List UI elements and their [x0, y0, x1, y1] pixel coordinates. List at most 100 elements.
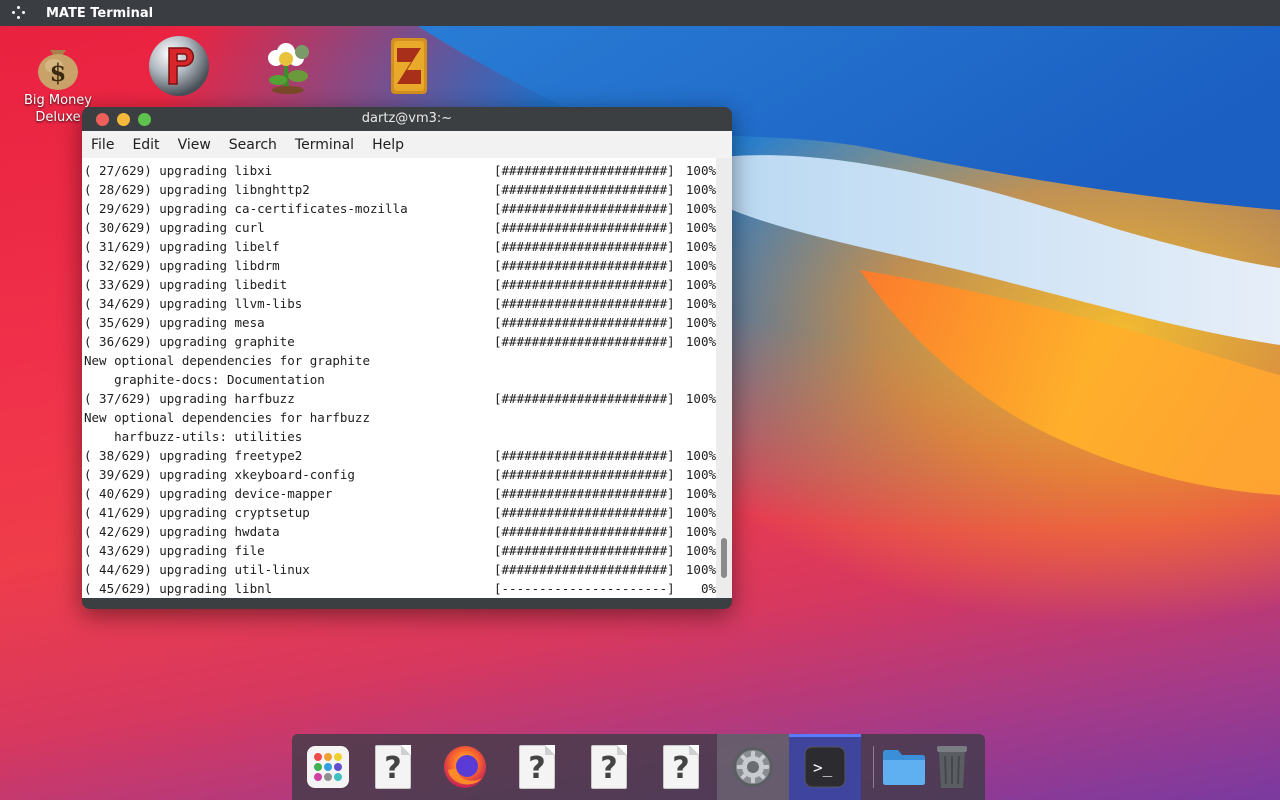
window-titlebar[interactable]: dartz@vm3:~: [82, 107, 732, 131]
folder-icon: [883, 750, 925, 785]
dock-app-grid[interactable]: [292, 734, 364, 800]
terminal-progress-percent: 100%: [685, 182, 716, 197]
svg-text:>_: >_: [813, 758, 833, 777]
dock-unknown-file-3[interactable]: ?: [573, 734, 645, 800]
terminal-line: ( 31/629) upgrading libelf [#############…: [82, 237, 716, 256]
menu-search[interactable]: Search: [220, 137, 286, 153]
dock-firefox[interactable]: [429, 734, 501, 800]
trash-icon: [937, 746, 967, 788]
terminal-progress-bar: [######################]: [494, 239, 675, 254]
terminal-line: ( 43/629) upgrading file [###############…: [82, 541, 716, 560]
terminal-progress-percent: 100%: [685, 467, 716, 482]
terminal-progress-bar: [######################]: [494, 505, 675, 520]
terminal-progress-percent: 100%: [685, 277, 716, 292]
close-button[interactable]: [96, 112, 109, 126]
terminal-line: ( 36/629) upgrading graphite [###########…: [82, 332, 716, 351]
desktop-icon-plants-vs-zombies[interactable]: [236, 32, 332, 94]
terminal-line: ( 40/629) upgrading device-mapper [######…: [82, 484, 716, 503]
terminal-progress-bar: [######################]: [494, 277, 675, 292]
terminal-output[interactable]: ( 27/629) upgrading libxi [##############…: [82, 158, 732, 598]
terminal-line-text: ( 39/629) upgrading xkeyboard-config: [84, 467, 355, 482]
terminal-line-text: ( 31/629) upgrading libelf: [84, 239, 280, 254]
terminal-progress-percent: 100%: [685, 505, 716, 520]
dock-settings[interactable]: [717, 734, 789, 800]
dock-unknown-file-1[interactable]: ?: [357, 734, 429, 800]
dock-trash[interactable]: [922, 734, 982, 800]
terminal-line-text: ( 42/629) upgrading hwdata: [84, 524, 280, 539]
terminal-progress-percent: 100%: [685, 543, 716, 558]
terminal-progress-bar: [######################]: [494, 334, 675, 349]
terminal-progress-percent: 100%: [685, 524, 716, 539]
dock-unknown-file-2[interactable]: ?: [501, 734, 573, 800]
terminal-progress-bar: [######################]: [494, 296, 675, 311]
terminal-line: harfbuzz-utils: utilities: [82, 427, 716, 446]
terminal-progress-percent: 100%: [685, 334, 716, 349]
terminal-line: graphite-docs: Documentation: [82, 370, 716, 389]
terminal-progress-percent: 100%: [685, 562, 716, 577]
active-app-title[interactable]: MATE Terminal: [46, 6, 153, 21]
app-grid-icon: [307, 746, 349, 788]
terminal-progress-bar: [######################]: [494, 220, 675, 235]
terminal-progress-percent: 100%: [685, 315, 716, 330]
settings-gear-icon: [733, 747, 773, 787]
vertical-scrollbar[interactable]: [716, 158, 732, 598]
menu-view[interactable]: View: [169, 137, 220, 153]
terminal-progress-bar: [######################]: [494, 315, 675, 330]
terminal-line: ( 30/629) upgrading curl [###############…: [82, 218, 716, 237]
terminal-line: ( 38/629) upgrading freetype2 [##########…: [82, 446, 716, 465]
terminal-line: ( 32/629) upgrading libdrm [#############…: [82, 256, 716, 275]
terminal-line-text: New optional dependencies for harfbuzz: [84, 410, 370, 425]
terminal-progress-percent: 0%: [700, 581, 716, 596]
terminal-progress-bar: [######################]: [494, 448, 675, 463]
window-bottom-frame: [82, 598, 732, 609]
plants-vs-zombies-icon: [256, 32, 312, 94]
menu-terminal[interactable]: Terminal: [286, 137, 363, 153]
terminal-progress-bar: [######################]: [494, 524, 675, 539]
terminal-line: New optional dependencies for graphite: [82, 351, 716, 370]
maximize-button[interactable]: [138, 112, 151, 126]
terminal-progress-percent: 100%: [685, 201, 716, 216]
dock-unknown-file-4[interactable]: ?: [645, 734, 717, 800]
unknown-file-icon: ?: [519, 745, 555, 789]
terminal-progress-bar: [----------------------]: [494, 581, 675, 596]
minimize-button[interactable]: [117, 112, 130, 126]
terminal-line: ( 27/629) upgrading libxi [##############…: [82, 161, 716, 180]
desktop-icon-zuma[interactable]: [357, 32, 453, 94]
terminal-progress-bar: [######################]: [494, 562, 675, 577]
question-mark-glyph: ?: [672, 751, 690, 786]
terminal-line-text: ( 33/629) upgrading libedit: [84, 277, 288, 292]
scrollbar-thumb[interactable]: [721, 538, 727, 578]
terminal-progress-percent: 100%: [685, 220, 716, 235]
unknown-file-icon: ?: [375, 745, 411, 789]
desktop-icon-peggle[interactable]: [127, 34, 223, 96]
unknown-file-icon: ?: [591, 745, 627, 789]
menu-edit[interactable]: Edit: [123, 137, 168, 153]
terminal-progress-bar: [######################]: [494, 467, 675, 482]
terminal-progress-bar: [######################]: [494, 486, 675, 501]
question-mark-glyph: ?: [600, 751, 618, 786]
peggle-ball-icon: [147, 34, 209, 96]
terminal-line: ( 29/629) upgrading ca-certificates-mozi…: [82, 199, 716, 218]
terminal-line-text: ( 43/629) upgrading file: [84, 543, 265, 558]
svg-text:$: $: [50, 58, 67, 87]
menu-file[interactable]: File: [82, 137, 123, 153]
terminal-progress-percent: 100%: [685, 448, 716, 463]
terminal-progress-percent: 100%: [685, 258, 716, 273]
terminal-line-text: ( 45/629) upgrading libnl: [84, 581, 273, 596]
terminal-progress-bar: [######################]: [494, 201, 675, 216]
terminal-line-text: graphite-docs: Documentation: [84, 372, 325, 387]
terminal-window[interactable]: dartz@vm3:~ File Edit View Search Termin…: [82, 107, 732, 609]
activities-icon[interactable]: [9, 3, 29, 23]
terminal-line: ( 44/629) upgrading util-linux [#########…: [82, 560, 716, 579]
terminal-progress-percent: 100%: [685, 163, 716, 178]
terminal-line-text: ( 41/629) upgrading cryptsetup: [84, 505, 310, 520]
menu-help[interactable]: Help: [363, 137, 413, 153]
terminal-line-text: ( 29/629) upgrading ca-certificates-mozi…: [84, 201, 408, 216]
terminal-progress-bar: [######################]: [494, 391, 675, 406]
dock-terminal[interactable]: >_: [789, 734, 861, 800]
top-panel: MATE Terminal: [0, 0, 1280, 26]
terminal-line: ( 33/629) upgrading libedit [############…: [82, 275, 716, 294]
terminal-line-text: ( 35/629) upgrading mesa: [84, 315, 265, 330]
terminal-line-text: New optional dependencies for graphite: [84, 353, 370, 368]
firefox-icon: [444, 746, 486, 788]
